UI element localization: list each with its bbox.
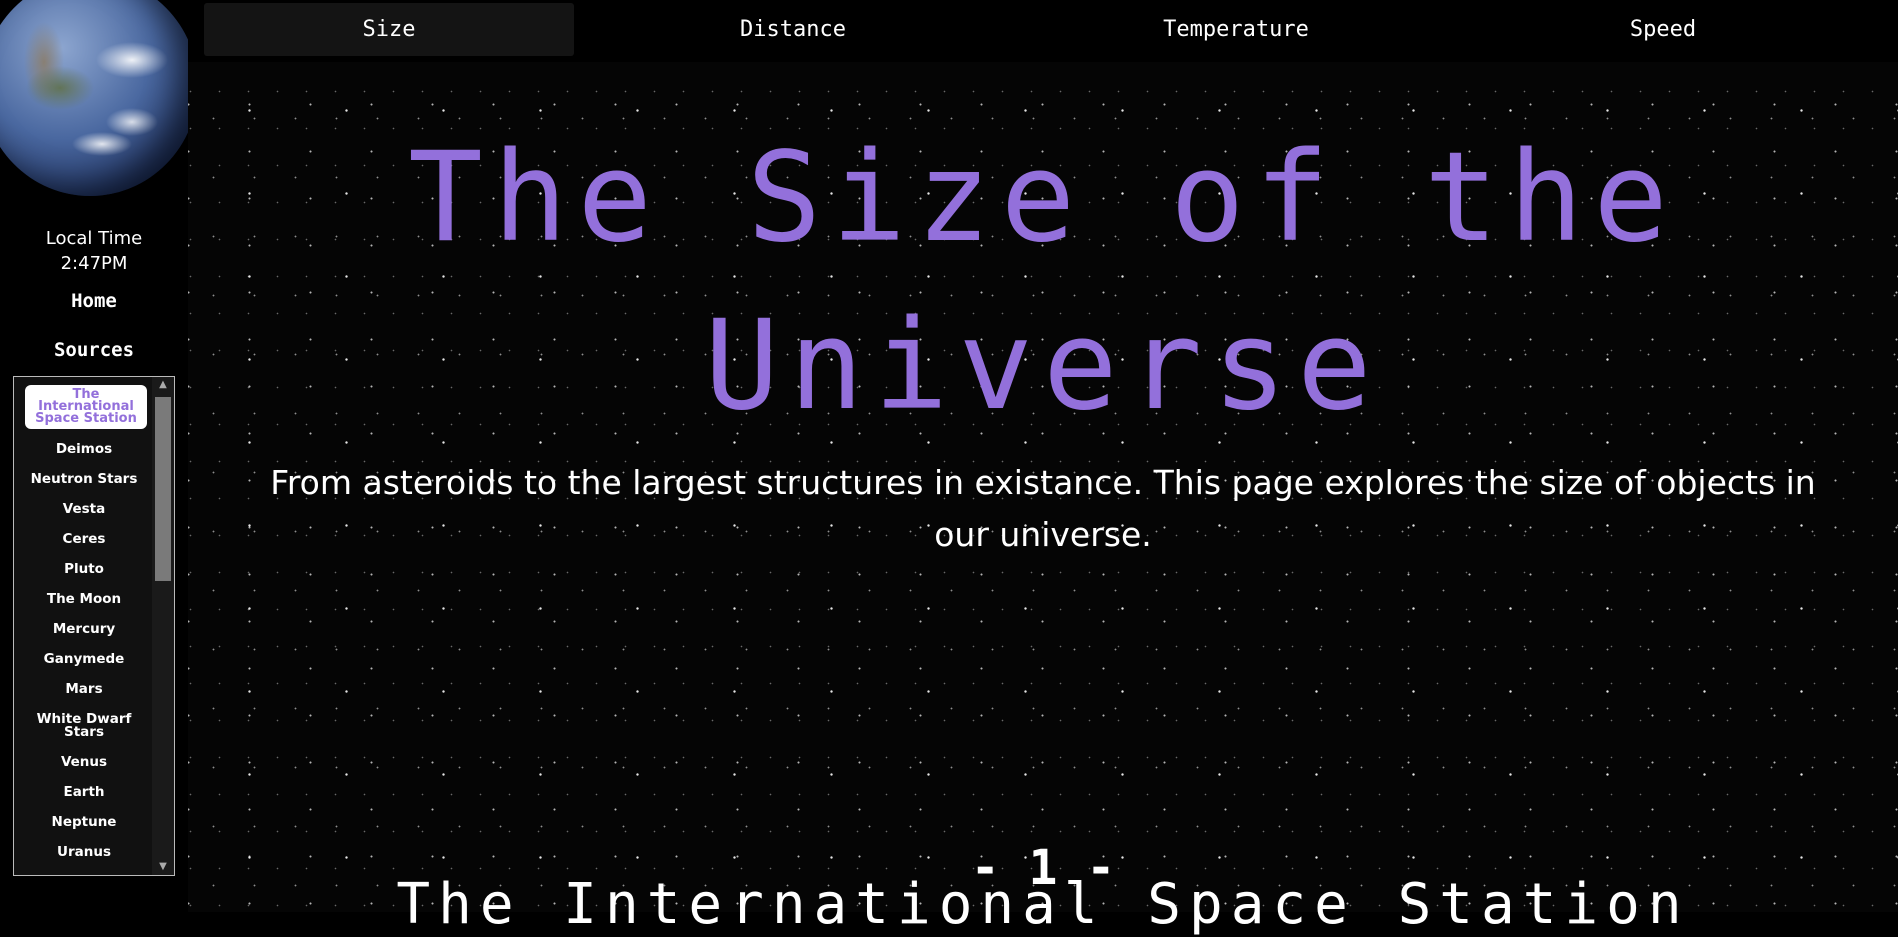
page-title: The Size of the Universe — [408, 126, 1678, 438]
list-scrollbar[interactable]: ▲ ▼ — [152, 377, 174, 875]
list-item-mercury[interactable]: Mercury — [25, 615, 143, 645]
scroll-thumb[interactable] — [155, 397, 171, 581]
sources-link[interactable]: Sources — [0, 339, 188, 361]
list-item-deimos[interactable]: Deimos — [25, 435, 143, 465]
list-item-ceres[interactable]: Ceres — [25, 525, 143, 555]
scroll-up-arrow-icon[interactable]: ▲ — [152, 377, 174, 393]
local-time: Local Time 2:47PM — [0, 226, 188, 276]
page-subtitle: From asteroids to the largest structures… — [270, 463, 1816, 554]
list-item-pluto[interactable]: Pluto — [25, 555, 143, 585]
main-content: The Size of the Universe From asteroids … — [188, 62, 1898, 937]
list-item-international-space-station[interactable]: The International Space Station — [25, 385, 147, 429]
home-link[interactable]: Home — [0, 290, 188, 312]
object-list-items: The International Space Station Deimos N… — [14, 385, 154, 868]
local-time-value: 2:47PM — [60, 253, 128, 274]
list-item-venus[interactable]: Venus — [25, 748, 143, 778]
earth-image — [0, 0, 198, 196]
list-item-neptune[interactable]: Neptune — [25, 808, 143, 838]
list-item-white-dwarf-stars[interactable]: White Dwarf Stars — [25, 705, 143, 748]
sidebar: Local Time 2:47PM Home Sources The Inter… — [0, 0, 198, 912]
section-title: The International Space Station — [396, 872, 1690, 937]
list-item-uranus[interactable]: Uranus — [25, 838, 143, 868]
list-item-neutron-stars[interactable]: Neutron Stars — [25, 465, 143, 495]
list-item-ganymede[interactable]: Ganymede — [25, 645, 143, 675]
tab-distance[interactable]: Distance — [608, 3, 978, 56]
top-tabs: Size Distance Temperature Speed — [188, 0, 1898, 63]
tab-size[interactable]: Size — [204, 3, 574, 56]
tab-temperature[interactable]: Temperature — [1051, 3, 1421, 56]
scroll-down-arrow-icon[interactable]: ▼ — [152, 859, 174, 875]
list-item-vesta[interactable]: Vesta — [25, 495, 143, 525]
list-item-earth[interactable]: Earth — [25, 778, 143, 808]
local-time-label: Local Time — [45, 228, 143, 249]
list-item-the-moon[interactable]: The Moon — [25, 585, 143, 615]
list-item-mars[interactable]: Mars — [25, 675, 143, 705]
tab-speed[interactable]: Speed — [1508, 3, 1818, 56]
object-list: The International Space Station Deimos N… — [13, 376, 175, 876]
